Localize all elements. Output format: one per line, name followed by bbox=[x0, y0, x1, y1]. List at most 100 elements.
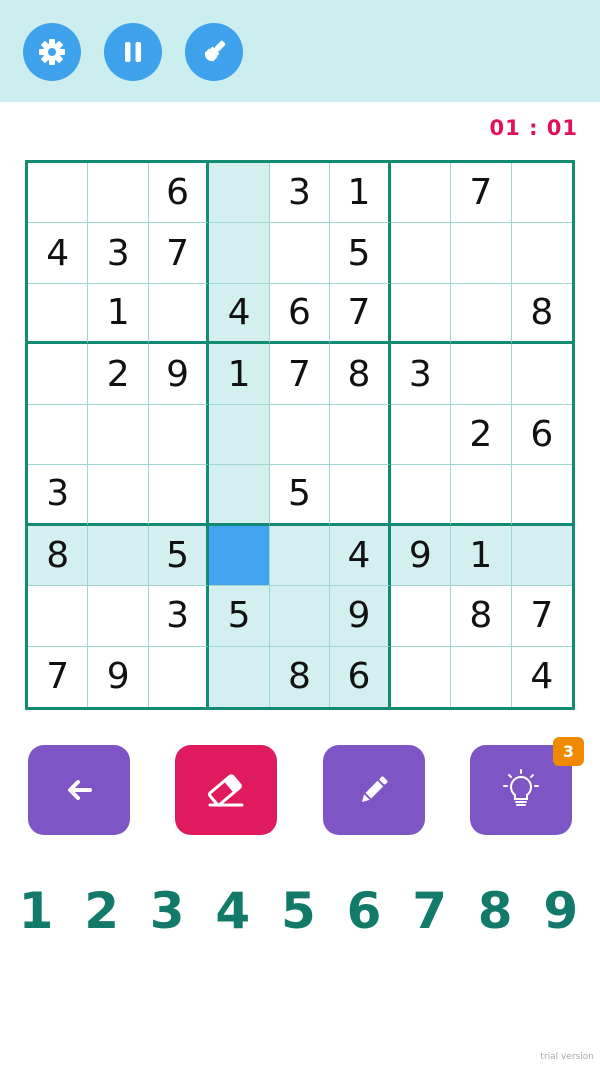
board-cell-r9c5[interactable]: 8 bbox=[269, 646, 331, 707]
board-cell-r8c4[interactable]: 5 bbox=[209, 586, 270, 647]
number-button-8[interactable]: 8 bbox=[462, 882, 528, 940]
board-cell-r7c2[interactable] bbox=[88, 525, 149, 587]
board-cell-r5c3[interactable] bbox=[148, 404, 210, 466]
board-cell-r7c9[interactable] bbox=[511, 525, 572, 587]
board-cell-r9c9[interactable]: 4 bbox=[512, 647, 572, 707]
board-cell-r4c5[interactable]: 7 bbox=[269, 344, 331, 405]
board-cell-r4c2[interactable]: 2 bbox=[88, 344, 149, 405]
number-button-7[interactable]: 7 bbox=[397, 882, 463, 940]
board-cell-r1c9[interactable] bbox=[511, 163, 572, 224]
board-cell-r6c6[interactable] bbox=[330, 465, 391, 526]
board-cell-r8c1[interactable] bbox=[28, 586, 89, 647]
board-cell-r1c4[interactable] bbox=[209, 163, 270, 224]
board-cell-r7c7[interactable]: 9 bbox=[390, 525, 452, 587]
board-cell-r8c6[interactable]: 9 bbox=[330, 586, 391, 647]
board-cell-r7c5[interactable] bbox=[269, 525, 331, 587]
board-cell-r5c6[interactable] bbox=[330, 404, 391, 466]
board-cell-r1c6[interactable]: 1 bbox=[330, 163, 391, 224]
board-cell-r2c6[interactable]: 5 bbox=[330, 223, 391, 284]
board-cell-r9c7[interactable] bbox=[391, 646, 452, 707]
board-cell-r2c3[interactable]: 7 bbox=[148, 223, 210, 284]
board-cell-r9c3[interactable] bbox=[149, 646, 210, 707]
number-button-2[interactable]: 2 bbox=[69, 882, 135, 940]
board-cell-r7c6[interactable]: 4 bbox=[330, 525, 391, 587]
board-cell-r5c5[interactable] bbox=[269, 404, 331, 466]
board-cell-r6c4[interactable] bbox=[209, 465, 270, 526]
board-cell-r4c1[interactable] bbox=[28, 344, 89, 405]
board-cell-r1c2[interactable] bbox=[88, 163, 149, 224]
board-cell-r9c8[interactable] bbox=[451, 646, 512, 707]
number-pad: 123456789 bbox=[0, 882, 600, 952]
board-cell-r2c7[interactable] bbox=[390, 223, 452, 284]
board-cell-r4c8[interactable] bbox=[451, 344, 512, 405]
board-cell-r3c6[interactable]: 7 bbox=[330, 283, 391, 345]
board-cell-r8c2[interactable] bbox=[88, 586, 149, 647]
eraser-icon bbox=[207, 774, 244, 807]
board-cell-r2c4[interactable] bbox=[209, 223, 270, 284]
pause-button[interactable] bbox=[104, 23, 162, 81]
erase-button[interactable] bbox=[175, 745, 277, 835]
board-cell-r6c1[interactable]: 3 bbox=[28, 465, 89, 526]
number-button-9[interactable]: 9 bbox=[528, 882, 594, 940]
board-cell-r5c1[interactable] bbox=[28, 404, 89, 466]
board-cell-r6c8[interactable] bbox=[451, 465, 512, 526]
board-cell-r7c1[interactable]: 8 bbox=[28, 525, 89, 587]
board-cell-r2c5[interactable] bbox=[269, 223, 331, 284]
board-cell-r2c8[interactable] bbox=[451, 223, 512, 284]
board-cell-r6c9[interactable] bbox=[511, 465, 572, 526]
board-cell-r8c9[interactable]: 7 bbox=[511, 586, 572, 647]
board-cell-r8c7[interactable] bbox=[390, 586, 452, 647]
board-cell-r3c1[interactable] bbox=[28, 283, 89, 345]
board-cell-r5c2[interactable] bbox=[88, 404, 149, 466]
board-cell-r7c3[interactable]: 5 bbox=[148, 525, 210, 587]
board-cell-r7c4[interactable] bbox=[209, 525, 270, 587]
board-cell-r5c8[interactable]: 2 bbox=[451, 404, 512, 466]
settings-button[interactable] bbox=[23, 23, 81, 81]
board-cell-r4c3[interactable]: 9 bbox=[148, 344, 210, 405]
board-cell-r4c4[interactable]: 1 bbox=[209, 344, 270, 405]
board-cell-r9c2[interactable]: 9 bbox=[88, 646, 149, 707]
board-cell-r3c3[interactable] bbox=[148, 283, 210, 345]
number-button-1[interactable]: 1 bbox=[3, 882, 69, 940]
board-cell-r4c9[interactable] bbox=[511, 344, 572, 405]
board-cell-r1c7[interactable] bbox=[390, 163, 452, 224]
board-cell-r2c1[interactable]: 4 bbox=[28, 223, 89, 284]
number-button-5[interactable]: 5 bbox=[265, 882, 331, 940]
board-cell-r3c4[interactable]: 4 bbox=[209, 283, 270, 345]
board-cell-r5c9[interactable]: 6 bbox=[511, 405, 572, 466]
board-cell-r9c6[interactable]: 6 bbox=[330, 646, 391, 707]
theme-button[interactable] bbox=[185, 23, 243, 81]
undo-button[interactable] bbox=[28, 745, 130, 835]
notes-button[interactable] bbox=[323, 745, 425, 835]
board-cell-r4c7[interactable]: 3 bbox=[390, 344, 452, 405]
board-cell-r6c3[interactable] bbox=[148, 465, 210, 526]
board-cell-r4c6[interactable]: 8 bbox=[330, 344, 391, 405]
board-cell-r9c1[interactable]: 7 bbox=[28, 646, 89, 707]
board-cell-r3c2[interactable]: 1 bbox=[88, 283, 149, 345]
board-cell-r3c9[interactable]: 8 bbox=[511, 284, 572, 345]
board-cell-r1c3[interactable]: 6 bbox=[148, 163, 210, 224]
board-cell-r3c5[interactable]: 6 bbox=[269, 283, 331, 345]
board-cell-r6c7[interactable] bbox=[390, 465, 452, 526]
board-cell-r3c8[interactable] bbox=[451, 283, 512, 345]
gear-icon bbox=[39, 39, 65, 65]
board-cell-r6c2[interactable] bbox=[88, 465, 149, 526]
board-cell-r8c8[interactable]: 8 bbox=[451, 586, 512, 647]
board-cell-r5c7[interactable] bbox=[390, 404, 452, 466]
board-cell-r8c3[interactable]: 3 bbox=[148, 586, 210, 647]
board-cell-r3c7[interactable] bbox=[390, 283, 452, 345]
board-cell-r8c5[interactable] bbox=[269, 586, 331, 647]
board-cell-r1c5[interactable]: 3 bbox=[269, 163, 331, 224]
number-button-6[interactable]: 6 bbox=[331, 882, 397, 940]
board-cell-r1c1[interactable] bbox=[28, 163, 89, 224]
number-button-3[interactable]: 3 bbox=[134, 882, 200, 940]
board-cell-r6c5[interactable]: 5 bbox=[269, 465, 331, 526]
board-cell-r2c9[interactable] bbox=[511, 223, 572, 284]
number-button-4[interactable]: 4 bbox=[200, 882, 266, 940]
pause-icon bbox=[125, 42, 141, 62]
board-cell-r5c4[interactable] bbox=[209, 404, 270, 466]
board-cell-r1c8[interactable]: 7 bbox=[451, 163, 512, 224]
board-cell-r9c4[interactable] bbox=[209, 646, 270, 707]
board-cell-r2c2[interactable]: 3 bbox=[88, 223, 149, 284]
board-cell-r7c8[interactable]: 1 bbox=[451, 525, 512, 587]
